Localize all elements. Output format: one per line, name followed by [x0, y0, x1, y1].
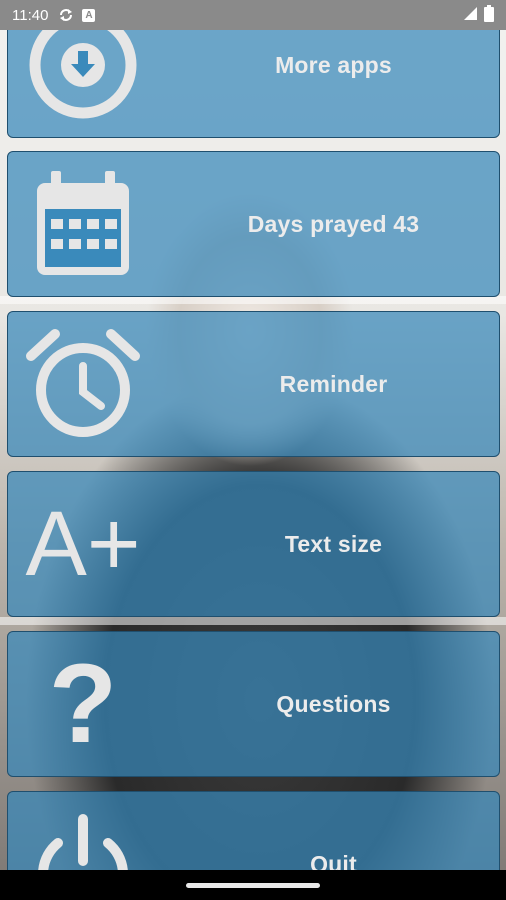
text-size-button[interactable]: A+ Text size	[7, 471, 500, 617]
reminder-label: Reminder	[279, 370, 388, 397]
question-icon: ?	[48, 641, 118, 766]
status-bar: 11:40 A	[0, 0, 506, 30]
more-apps-button[interactable]: More apps	[7, 30, 500, 138]
status-time: 11:40	[12, 6, 49, 24]
alarm-clock-icon	[8, 312, 158, 456]
download-circle-icon	[8, 30, 158, 137]
signal-icon	[462, 5, 478, 25]
quit-label: Quit	[310, 850, 357, 871]
more-apps-label: More apps	[275, 51, 392, 78]
text-size-label: Text size	[284, 530, 383, 557]
sync-icon	[58, 7, 74, 23]
battery-icon	[484, 4, 494, 26]
reminder-button[interactable]: Reminder	[7, 311, 500, 457]
quit-button[interactable]: Quit	[7, 791, 500, 870]
days-prayed-button[interactable]: Days prayed 43	[7, 151, 500, 297]
questions-button[interactable]: ? Questions	[7, 631, 500, 777]
navigation-bar	[0, 870, 506, 900]
a-notification-icon: A	[82, 8, 96, 22]
home-gesture-handle[interactable]	[186, 882, 320, 888]
power-icon	[8, 792, 158, 870]
questions-label: Questions	[276, 690, 391, 717]
days-prayed-label: Days prayed 43	[247, 210, 420, 237]
text-size-icon: A+	[25, 493, 141, 595]
calendar-icon	[8, 152, 158, 296]
menu-list[interactable]: More apps Days prayed 43 Reminder A+ Tex…	[0, 30, 506, 870]
